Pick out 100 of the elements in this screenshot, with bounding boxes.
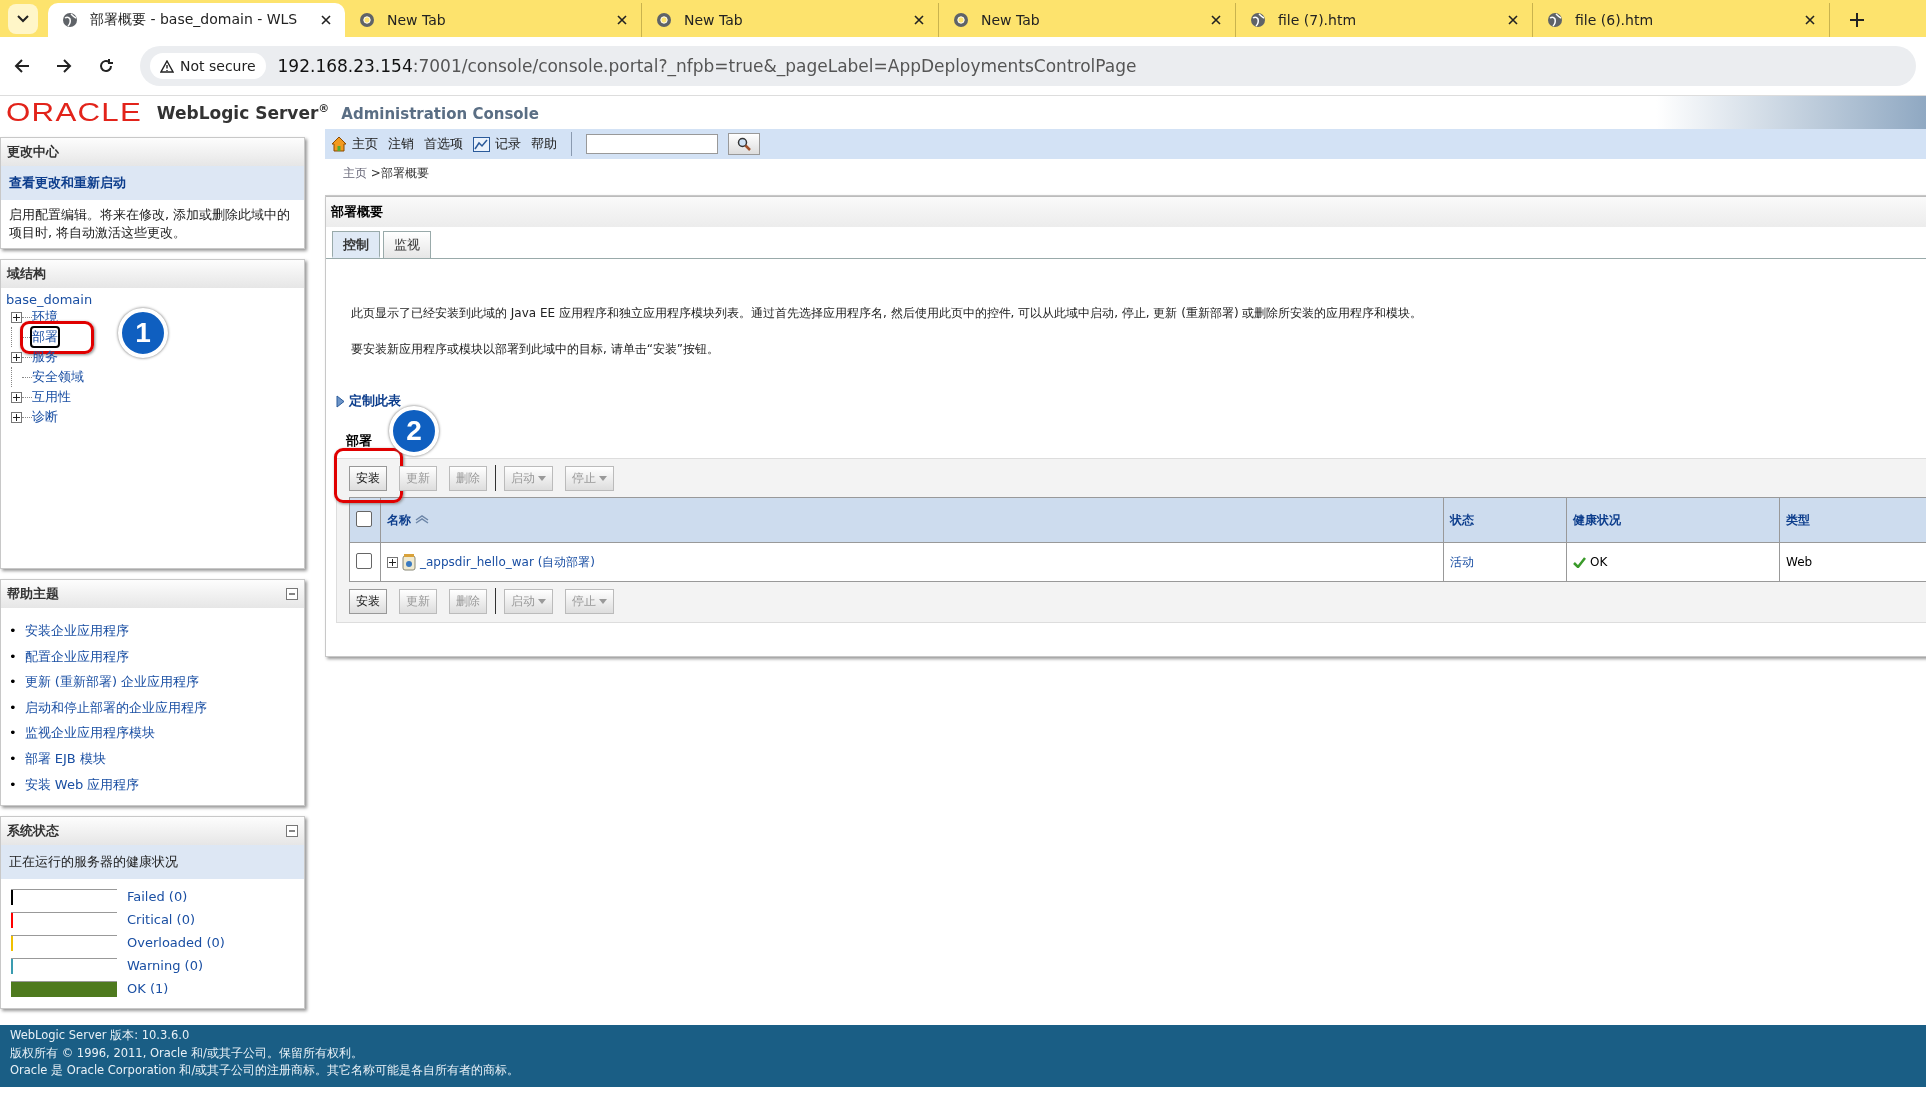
table-cell: 活动	[1450, 554, 1474, 569]
column-header[interactable]: 类型	[1779, 497, 1926, 543]
sort-icon	[415, 514, 429, 524]
home-icon	[331, 136, 347, 152]
chart-icon	[473, 136, 490, 152]
tree-item[interactable]: 诊断	[32, 408, 58, 426]
checkbox[interactable]	[356, 510, 372, 527]
tree-item[interactable]: 安全领域	[32, 368, 84, 386]
bullet: •	[9, 622, 17, 640]
help-link[interactable]: 配置企业应用程序	[24, 643, 129, 670]
tab-menu-button[interactable]	[8, 4, 38, 34]
help-link[interactable]: 更新 (重新部署) 企业应用程序	[24, 669, 200, 695]
help-link[interactable]: 部署 EJB 模块	[24, 745, 106, 772]
chevron-icon	[17, 15, 29, 23]
status-subtitle: 正在运行的服务器的健康状况	[1, 845, 304, 880]
toolbar-link[interactable]: 记录	[495, 135, 521, 153]
panel-title: 部署概要	[326, 196, 1926, 227]
footer-text: WebLogic Server 版本: 10.3.6.0	[10, 1027, 191, 1044]
column-header[interactable]: 状态	[1443, 497, 1567, 543]
tree-item[interactable]: 部署	[32, 328, 58, 346]
column-header[interactable]: 名称	[380, 497, 1444, 543]
panel-text: 启用配置编辑。将来在修改, 添加或删除此域中的项目时, 将自动激活这些更改。	[8, 206, 292, 242]
search-field[interactable]	[586, 134, 718, 154]
view-changes-link[interactable]: 查看更改和重新启动	[1, 166, 304, 200]
toolbar-link[interactable]: 主页	[352, 135, 378, 153]
help-link[interactable]: 监视企业应用程序模块	[24, 720, 155, 746]
close-icon[interactable]	[1508, 15, 1518, 25]
logo-text: ORACLE	[6, 98, 142, 127]
bullet: •	[9, 749, 17, 768]
close-icon[interactable]	[617, 15, 627, 25]
caret-icon	[538, 475, 546, 481]
bullet: •	[9, 724, 17, 743]
warning-icon	[160, 59, 174, 73]
bullet: •	[9, 647, 17, 666]
help-link[interactable]: 安装 Web 应用程序	[24, 771, 140, 798]
tab-title: file (6).htm	[1575, 12, 1655, 28]
address-field[interactable]: Not secure 192.168.23.154:7001/console/console.portal?_nfpb=true&_pageLabel=AppDeploymentsControlPage	[140, 46, 1916, 86]
globe-icon	[1250, 12, 1266, 28]
deployment-link[interactable]: _appsdir_hello_war (自动部署)	[420, 553, 595, 571]
action-button[interactable]: 安装	[349, 588, 387, 614]
breadcrumb-link[interactable]: 主页	[343, 166, 367, 180]
reload-icon[interactable]	[98, 58, 114, 74]
table-cell: OK	[1590, 555, 1608, 569]
toolbar-link[interactable]: 注销	[388, 135, 414, 153]
description-text: 此页显示了已经安装到此域的 Java EE 应用程序和独立应用程序模块列表。通过首先选择应用程序名, 然后使用此页中的控件, 可以从此域中启动, 停止, 更新 (重新部署) 或删除所安装的应用程序和模块。	[351, 305, 1424, 322]
panel-title: 帮助主题	[7, 585, 59, 603]
status-link[interactable]: Failed (0)	[127, 889, 188, 905]
jar-icon	[402, 553, 416, 571]
status-link[interactable]: OK (1)	[127, 981, 169, 997]
tab-title: New Tab	[981, 12, 1041, 28]
footer-text: 版权所有 © 1996, 2011, Oracle 和/或其子公司。保留所有权利。	[10, 1044, 364, 1062]
footer-text: Oracle 是 Oracle Corporation 和/或其子公司的注册商标。其它名称可能是各自所有者的商标。	[10, 1062, 521, 1080]
console-subtitle: Administration Console	[341, 105, 539, 123]
status-link[interactable]: Overloaded (0)	[127, 935, 225, 951]
security-chip[interactable]: Not secure	[150, 53, 266, 79]
column-header[interactable]: 健康状况	[1566, 497, 1780, 543]
back-icon[interactable]	[14, 58, 30, 74]
tree-root[interactable]: base_domain	[6, 292, 299, 307]
checkbox[interactable]	[356, 552, 372, 569]
close-icon[interactable]	[914, 15, 924, 25]
tab-title: 部署概要 - base_domain - WLS	[90, 11, 299, 29]
tab-title: file (7).htm	[1278, 12, 1358, 28]
install-hint: 要安装新应用程序或模块以部署到此域中的目标, 请单击“安装”按钮。	[351, 341, 721, 358]
status-link[interactable]: Warning (0)	[127, 958, 203, 974]
search-icon	[737, 137, 751, 151]
product-name: WebLogic Server$^{®}$	[156, 102, 330, 123]
expand-icon[interactable]	[11, 351, 22, 363]
tree-item[interactable]: 互用性	[32, 388, 71, 406]
tab-title: New Tab	[684, 12, 744, 28]
collapse-icon[interactable]	[286, 588, 298, 600]
status-link[interactable]: Critical (0)	[127, 912, 195, 928]
expand-icon[interactable]	[387, 556, 398, 568]
help-link[interactable]: 安装企业应用程序	[24, 618, 129, 644]
expand-icon[interactable]	[11, 311, 22, 323]
forward-icon[interactable]	[56, 58, 72, 74]
close-icon[interactable]	[321, 15, 331, 25]
close-icon[interactable]	[1211, 15, 1221, 25]
globe-icon	[62, 12, 78, 28]
expand-icon[interactable]	[11, 411, 22, 423]
expand-triangle-icon	[336, 394, 345, 408]
expand-icon[interactable]	[11, 391, 22, 403]
caret-icon	[538, 598, 546, 604]
page-tab[interactable]: 控制	[332, 231, 380, 258]
browser-tab[interactable]: 部署概要 - base_domain - WLS	[48, 3, 345, 37]
panel-title: 域结构	[7, 265, 46, 283]
help-link[interactable]: 启动和停止部署的企业应用程序	[24, 694, 207, 721]
caret-icon	[599, 598, 607, 604]
caret-icon	[599, 475, 607, 481]
check-icon	[1573, 556, 1586, 568]
globe-icon	[1547, 12, 1563, 28]
action-button[interactable]: 安装	[349, 465, 387, 491]
browser-icon	[359, 12, 375, 28]
bullet: •	[9, 775, 17, 794]
breadcrumb-current: >部署概要	[369, 166, 429, 180]
toolbar-link[interactable]: 首选项	[424, 135, 463, 153]
search-button[interactable]	[728, 133, 760, 155]
page-tab[interactable]: 监视	[383, 231, 431, 258]
toolbar-link[interactable]: 帮助	[531, 135, 557, 153]
close-icon[interactable]	[1805, 15, 1815, 25]
collapse-icon[interactable]	[286, 825, 298, 838]
